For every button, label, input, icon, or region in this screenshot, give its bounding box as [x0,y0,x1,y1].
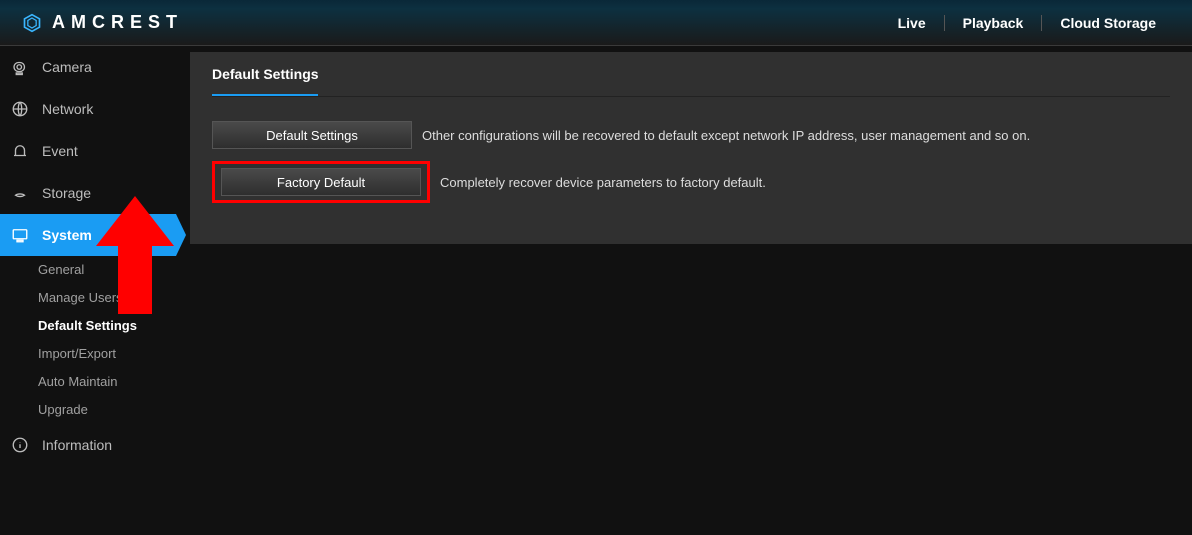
camera-icon [10,57,30,77]
submenu-upgrade[interactable]: Upgrade [38,396,176,424]
row-factory-default: Factory Default Completely recover devic… [212,161,1170,203]
submenu-auto-maintain[interactable]: Auto Maintain [38,368,176,396]
sidebar-label: Storage [42,185,91,201]
factory-default-description: Completely recover device parameters to … [440,175,766,190]
submenu-import-export[interactable]: Import/Export [38,340,176,368]
settings-panel: Default Settings Default Settings Other … [190,52,1192,244]
panel-title: Default Settings [212,66,319,94]
logo-icon [22,13,42,33]
brand-text: AMCREST [52,12,183,33]
content: Default Settings Default Settings Other … [176,46,1192,535]
body: Camera Network Event [0,46,1192,535]
sidebar-item-event[interactable]: Event [0,130,176,172]
row-default-settings: Default Settings Other configurations wi… [212,121,1170,149]
sidebar-item-camera[interactable]: Camera [0,46,176,88]
logo: AMCREST [22,12,183,33]
information-icon [10,435,30,455]
sidebar-label: Event [42,143,78,159]
nav-live[interactable]: Live [880,15,944,31]
sidebar-label: Camera [42,59,92,75]
form-area: Default Settings Other configurations wi… [212,97,1170,203]
nav-links: Live Playback Cloud Storage [880,15,1174,31]
sidebar-label: Network [42,101,93,117]
factory-default-button[interactable]: Factory Default [221,168,421,196]
nav-playback[interactable]: Playback [944,15,1042,31]
network-icon [10,99,30,119]
sidebar-label: Information [42,437,112,453]
system-icon [10,225,30,245]
default-settings-button[interactable]: Default Settings [212,121,412,149]
arrow-callout-icon [96,196,174,319]
event-icon [10,141,30,161]
default-settings-description: Other configurations will be recovered t… [422,128,1030,143]
sidebar-label: System [42,227,92,243]
sidebar-item-information[interactable]: Information [0,424,176,466]
header: AMCREST Live Playback Cloud Storage [0,0,1192,46]
nav-cloud-storage[interactable]: Cloud Storage [1041,15,1174,31]
factory-default-highlight: Factory Default [212,161,430,203]
storage-icon [10,183,30,203]
sidebar-item-network[interactable]: Network [0,88,176,130]
